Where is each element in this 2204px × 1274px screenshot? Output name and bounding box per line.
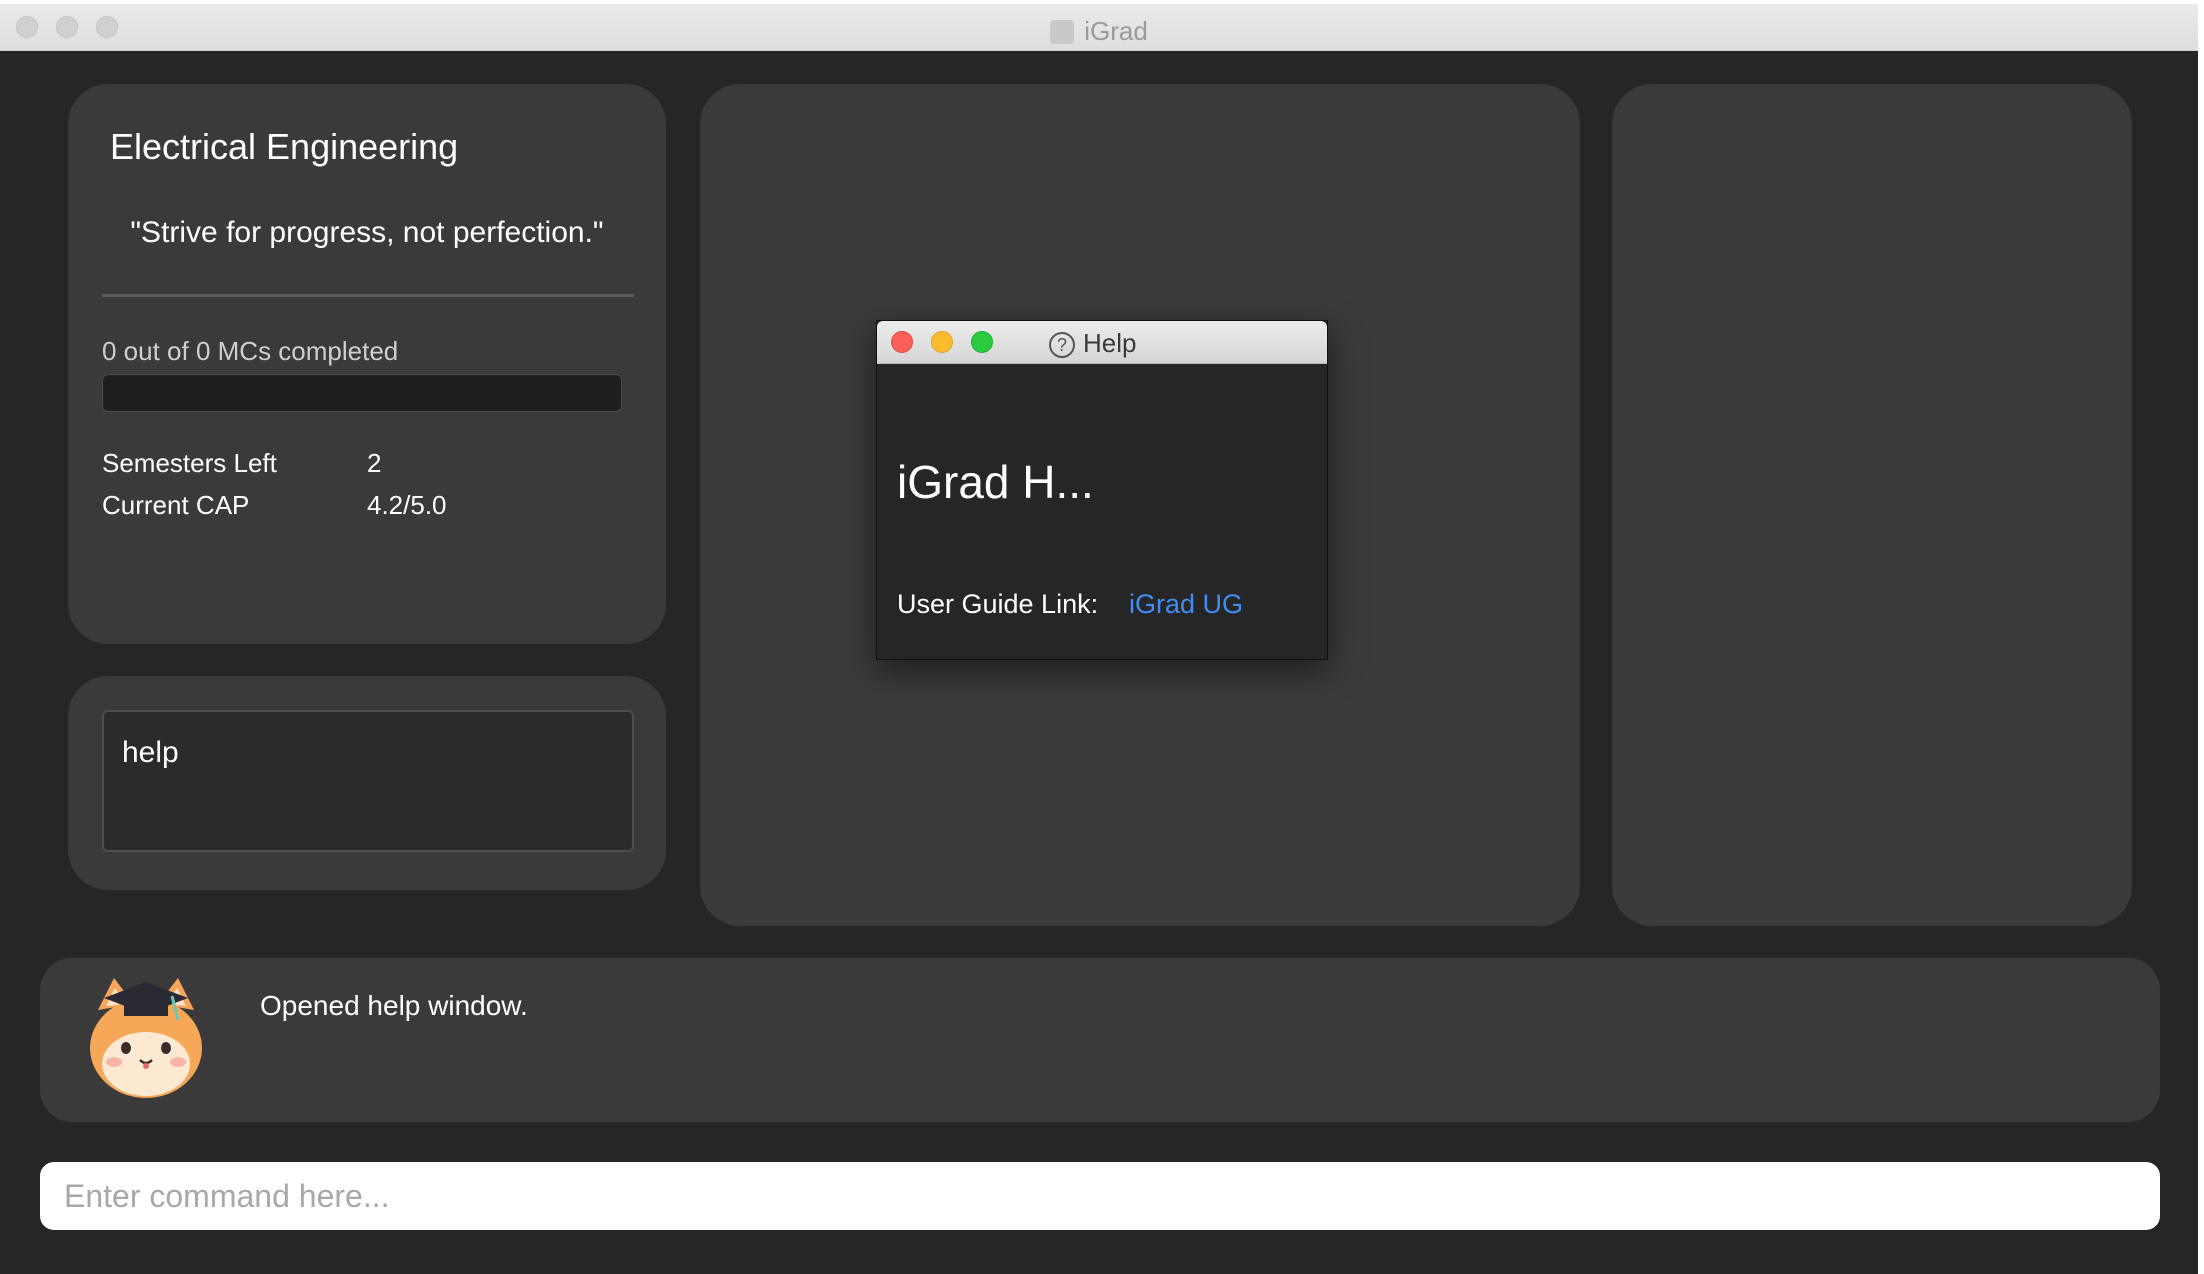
window-titlebar[interactable]: iGrad xyxy=(0,4,2198,51)
program-name: Electrical Engineering xyxy=(110,126,459,167)
current-cap-label: Current CAP xyxy=(102,490,250,520)
command-history-panel: help xyxy=(68,676,666,890)
result-display-panel: Opened help window. xyxy=(40,958,2160,1122)
motivational-quote: "Strive for progress, not perfection." xyxy=(130,216,604,249)
command-input[interactable] xyxy=(40,1162,2160,1230)
profile-panel: Electrical Engineering "Strive for progr… xyxy=(68,84,666,644)
user-guide-link[interactable]: iGrad UG xyxy=(1129,589,1243,620)
requirement-list-panel[interactable] xyxy=(1612,84,2132,926)
help-dialog: ? Help iGrad H... User Guide Link: iGrad … xyxy=(876,320,1328,660)
result-message: Opened help window. xyxy=(260,990,528,1021)
mc-progress-bar xyxy=(102,374,622,412)
graduate-cat-icon xyxy=(90,978,202,1098)
command-history-box[interactable]: help xyxy=(102,710,634,852)
help-dialog-titlebar[interactable]: ? Help xyxy=(877,321,1327,364)
mc-progress-text: 0 out of 0 MCs completed xyxy=(102,336,399,366)
window-title: iGrad xyxy=(0,16,2198,47)
profile-divider xyxy=(102,294,634,297)
help-maximize-button[interactable] xyxy=(971,331,993,353)
help-minimize-button[interactable] xyxy=(931,331,953,353)
igrad-window: iGrad Electrical Engineering "Strive for… xyxy=(0,4,2198,1274)
current-cap-value: 4.2/5.0 xyxy=(367,490,447,520)
semesters-left-value: 2 xyxy=(367,448,382,478)
user-guide-label: User Guide Link: xyxy=(897,589,1099,619)
app-icon xyxy=(1050,20,1075,44)
semesters-left-label: Semesters Left xyxy=(102,448,277,478)
last-command-text: help xyxy=(122,736,179,769)
help-close-button[interactable] xyxy=(891,331,913,353)
help-heading: iGrad H... xyxy=(897,456,1094,508)
help-dialog-title-text: Help xyxy=(1083,328,1137,358)
help-dialog-title: ? Help xyxy=(1049,328,1136,359)
question-icon: ? xyxy=(1049,332,1075,358)
window-title-text: iGrad xyxy=(1084,16,1148,46)
